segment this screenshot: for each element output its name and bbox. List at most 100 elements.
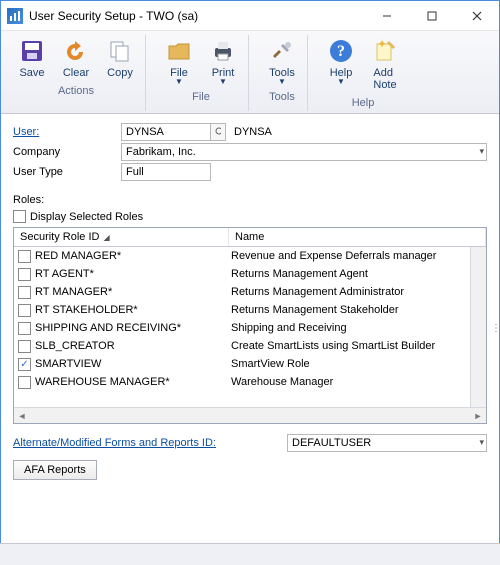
roles-section: Roles: Display Selected Roles Security R… [1, 188, 499, 428]
table-row[interactable]: RT AGENT* Returns Management Agent [14, 265, 486, 283]
window-title: User Security Setup - TWO (sa) [29, 9, 364, 23]
user-id-field[interactable]: DYNSA [121, 123, 211, 141]
role-checkbox[interactable] [18, 304, 31, 317]
role-name: Shipping and Receiving [229, 322, 486, 334]
status-bar [0, 543, 500, 565]
table-row[interactable]: RT STAKEHOLDER* Returns Management Stakeh… [14, 301, 486, 319]
search-icon [215, 127, 221, 137]
copy-button[interactable]: Copy [101, 35, 139, 81]
altmod-label[interactable]: Alternate/Modified Forms and Reports ID: [13, 437, 281, 449]
afa-reports-button[interactable]: AFA Reports [13, 460, 97, 480]
role-name: Create SmartLists using SmartList Builde… [229, 340, 486, 352]
company-select[interactable]: Fabrikam, Inc. ▾ [121, 143, 487, 161]
add-note-button[interactable]: ✦ AddNote [366, 35, 404, 93]
role-id: RT MANAGER* [35, 286, 112, 298]
chevron-down-icon: ▼ [278, 79, 286, 85]
grid-body: RED MANAGER* Revenue and Expense Deferral… [14, 247, 486, 407]
role-name: Revenue and Expense Deferrals manager [229, 250, 486, 262]
close-button[interactable] [454, 1, 499, 31]
ribbon-group-label-actions: Actions [58, 85, 94, 99]
role-id: RT AGENT* [35, 268, 94, 280]
column-name[interactable]: Name [229, 228, 486, 246]
usertype-field: Full [121, 163, 211, 181]
role-id: SMARTVIEW [35, 358, 101, 370]
ribbon-group-file: File ▼ Print ▼ File [154, 35, 249, 111]
table-row[interactable]: RT MANAGER* Returns Management Administra… [14, 283, 486, 301]
help-button[interactable]: ? Help ▼ [322, 35, 360, 93]
ribbon-group-tools: Tools ▼ Tools [257, 35, 308, 111]
table-row[interactable]: RED MANAGER* Revenue and Expense Deferral… [14, 247, 486, 265]
table-row[interactable]: ✓ SMARTVIEW SmartView Role [14, 355, 486, 373]
role-checkbox[interactable]: ✓ [18, 358, 31, 371]
ribbon-group-help: ? Help ▼ ✦ AddNote Help [316, 35, 410, 111]
save-button[interactable]: Save [13, 35, 51, 81]
roles-heading: Roles: [13, 194, 487, 206]
ribbon-group-label-help: Help [352, 97, 375, 111]
tools-button[interactable]: Tools ▼ [263, 35, 301, 87]
folder-icon [165, 37, 193, 65]
company-label: Company [13, 146, 121, 158]
printer-icon [209, 37, 237, 65]
role-checkbox[interactable] [18, 268, 31, 281]
user-label[interactable]: User: [13, 126, 121, 138]
user-lookup-button[interactable] [211, 123, 226, 141]
role-checkbox[interactable] [18, 340, 31, 353]
chevron-down-icon: ▾ [479, 437, 484, 448]
expand-handle[interactable]: ⋮ [492, 318, 500, 338]
tools-icon [268, 37, 296, 65]
sort-indicator-icon: ◢ [103, 233, 109, 242]
role-id: RED MANAGER* [35, 250, 121, 262]
role-name: Warehouse Manager [229, 376, 486, 388]
titlebar: User Security Setup - TWO (sa) [1, 1, 499, 31]
role-checkbox[interactable] [18, 376, 31, 389]
usertype-label: User Type [13, 166, 121, 178]
vertical-scrollbar[interactable] [470, 247, 486, 407]
app-icon [7, 8, 23, 24]
svg-text:✦: ✦ [377, 38, 387, 51]
table-row[interactable]: WAREHOUSE MANAGER* Warehouse Manager [14, 373, 486, 391]
scroll-right-icon[interactable]: ► [470, 408, 486, 424]
copy-icon [106, 37, 134, 65]
note-icon: ✦ [371, 37, 399, 65]
role-id: SLB_CREATOR [35, 340, 115, 352]
clear-button[interactable]: Clear [57, 35, 95, 81]
display-selected-checkbox[interactable] [13, 210, 26, 223]
save-icon [18, 37, 46, 65]
chevron-down-icon: ▼ [219, 79, 227, 85]
column-security-role-id[interactable]: Security Role ID ◢ [14, 228, 229, 246]
role-name: Returns Management Administrator [229, 286, 486, 298]
role-checkbox[interactable] [18, 286, 31, 299]
minimize-button[interactable] [364, 1, 409, 31]
help-icon: ? [327, 37, 355, 65]
table-row[interactable]: SLB_CREATOR Create SmartLists using Smart… [14, 337, 486, 355]
role-name: Returns Management Agent [229, 268, 486, 280]
role-id: WAREHOUSE MANAGER* [35, 376, 170, 388]
undo-icon [62, 37, 90, 65]
role-id: RT STAKEHOLDER* [35, 304, 138, 316]
roles-grid: Security Role ID ◢ Name RED MANAGER* Reve… [13, 227, 487, 424]
file-button[interactable]: File ▼ [160, 35, 198, 87]
print-button[interactable]: Print ▼ [204, 35, 242, 87]
add-note-label: AddNote [373, 67, 396, 91]
ribbon-group-label-file: File [192, 91, 210, 105]
ribbon-group-label-tools: Tools [269, 91, 295, 105]
svg-text:?: ? [337, 43, 345, 60]
user-name-display: DYNSA [230, 123, 487, 141]
chevron-down-icon: ▼ [337, 79, 345, 85]
role-checkbox[interactable] [18, 322, 31, 335]
ribbon: Save Clear Copy Actions Fi [1, 31, 499, 114]
altmod-row: Alternate/Modified Forms and Reports ID:… [1, 428, 499, 458]
role-checkbox[interactable] [18, 250, 31, 263]
ribbon-group-actions: Save Clear Copy Actions [7, 35, 146, 111]
role-id: SHIPPING AND RECEIVING* [35, 322, 181, 334]
maximize-button[interactable] [409, 1, 454, 31]
scroll-left-icon[interactable]: ◄ [14, 408, 30, 424]
table-row[interactable]: SHIPPING AND RECEIVING* Shipping and Rece… [14, 319, 486, 337]
form-area: User: DYNSA DYNSA Company Fabrikam, Inc.… [1, 114, 499, 188]
chevron-down-icon: ▼ [175, 79, 183, 85]
horizontal-scrollbar[interactable]: ◄ ► [14, 407, 486, 423]
grid-header: Security Role ID ◢ Name [14, 228, 486, 247]
role-name: Returns Management Stakeholder [229, 304, 486, 316]
altmod-select[interactable]: DEFAULTUSER ▾ [287, 434, 487, 452]
role-name: SmartView Role [229, 358, 486, 370]
